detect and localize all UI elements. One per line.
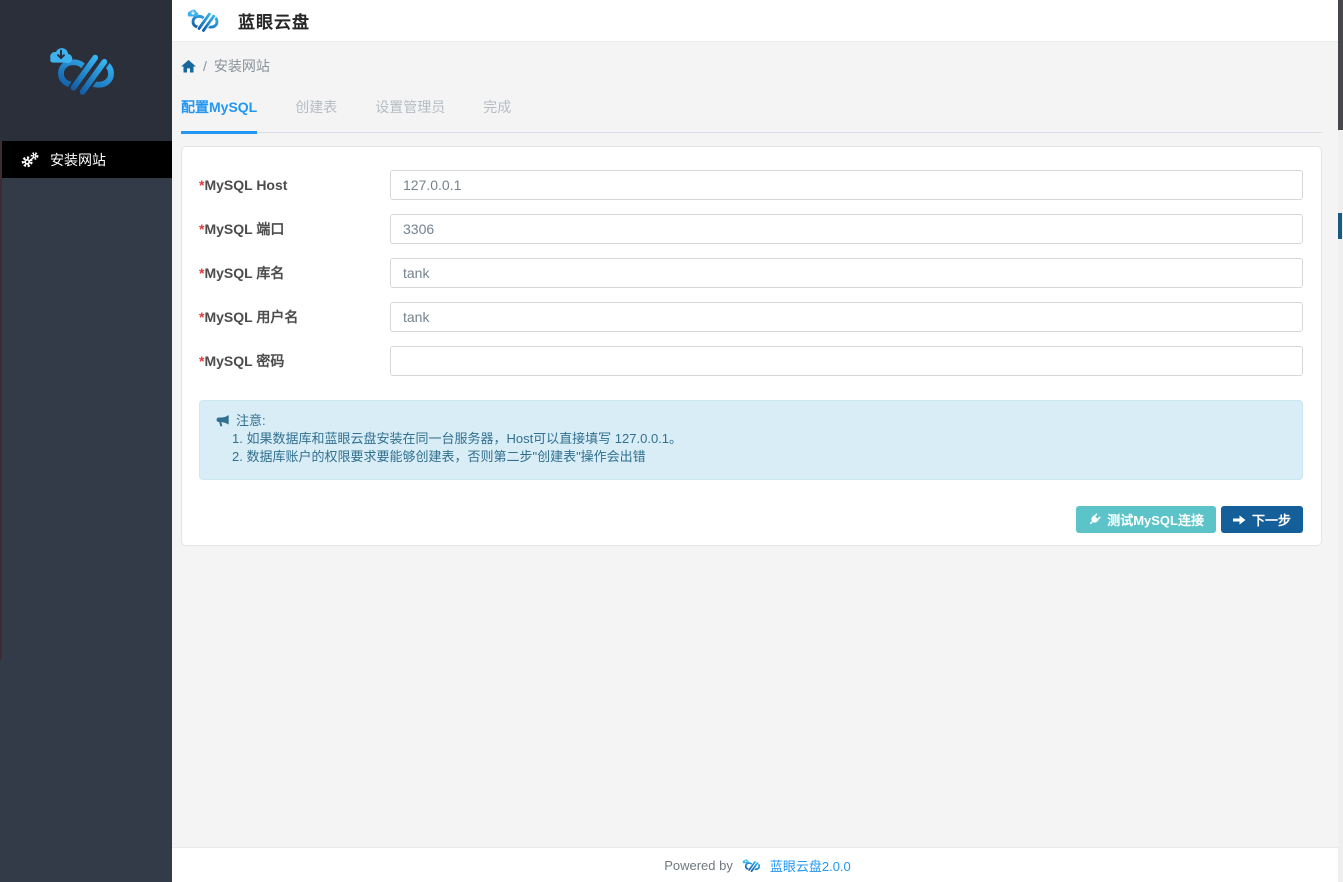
sidebar: 安装网站 xyxy=(0,0,172,882)
form-row-mysql-host: *MySQL Host xyxy=(199,170,1303,200)
brand-logo-icon xyxy=(181,7,229,34)
next-step-button[interactable]: 下一步 xyxy=(1221,506,1303,533)
wizard-tabs: 配置MySQL 创建表 设置管理员 完成 xyxy=(181,87,1322,133)
mysql-host-label: *MySQL Host xyxy=(199,177,390,193)
next-step-label: 下一步 xyxy=(1252,510,1291,529)
breadcrumb-separator: / xyxy=(203,58,207,74)
tab-configure-mysql[interactable]: 配置MySQL xyxy=(181,87,257,132)
bullhorn-icon xyxy=(216,414,230,428)
mysql-port-input[interactable] xyxy=(390,214,1303,244)
content-area: / 安装网站 配置MySQL 创建表 设置管理员 完成 *MySQL Host … xyxy=(172,42,1343,847)
footer-brand-version: 蓝眼云盘2.0.0 xyxy=(770,856,851,875)
cogs-icon xyxy=(20,151,39,168)
mysql-password-label: *MySQL 密码 xyxy=(199,351,390,371)
mysql-dbname-label: *MySQL 库名 xyxy=(199,263,390,283)
page-title: 蓝眼云盘 xyxy=(238,8,310,33)
form-row-mysql-username: *MySQL 用户名 xyxy=(199,302,1303,332)
form-actions: 测试MySQL连接 下一步 xyxy=(199,506,1303,533)
tab-create-tables[interactable]: 创建表 xyxy=(295,87,337,132)
form-row-mysql-dbname: *MySQL 库名 xyxy=(199,258,1303,288)
mysql-dbname-input[interactable] xyxy=(390,258,1303,288)
footer-brand-link[interactable]: 蓝眼云盘2.0.0 xyxy=(739,856,851,875)
mysql-username-label: *MySQL 用户名 xyxy=(199,307,390,327)
mysql-username-input[interactable] xyxy=(390,302,1303,332)
plug-icon xyxy=(1088,513,1101,526)
notice-item-2: 2. 数据库账户的权限要求要能够创建表，否则第二步"创建表"操作会出错 xyxy=(216,448,1286,466)
breadcrumb-current: 安装网站 xyxy=(214,56,270,76)
mysql-config-card: *MySQL Host *MySQL 端口 *MySQL 库名 *MySQL 用… xyxy=(181,146,1322,546)
footer-logo-icon xyxy=(739,858,766,873)
sidebar-logo-block xyxy=(0,0,172,141)
main-area: 蓝眼云盘 / 安装网站 配置MySQL 创建表 设置管理员 完成 *MySQL … xyxy=(172,0,1343,882)
notice-title: 注意: xyxy=(236,412,266,430)
arrow-right-icon xyxy=(1233,514,1246,526)
mysql-password-input[interactable] xyxy=(390,346,1303,376)
scrollbar-thumb[interactable] xyxy=(1338,213,1342,239)
tab-finish[interactable]: 完成 xyxy=(483,87,511,132)
home-icon[interactable] xyxy=(181,60,196,73)
test-mysql-label: 测试MySQL连接 xyxy=(1107,510,1204,529)
tab-set-admin[interactable]: 设置管理员 xyxy=(375,87,445,132)
notice-box: 注意: 1. 如果数据库和蓝眼云盘安装在同一台服务器，Host可以直接填写 12… xyxy=(199,400,1303,480)
top-header: 蓝眼云盘 xyxy=(172,0,1343,42)
form-row-mysql-port: *MySQL 端口 xyxy=(199,214,1303,244)
app-logo-icon xyxy=(36,43,136,99)
notice-title-row: 注意: xyxy=(216,412,1286,430)
test-mysql-button[interactable]: 测试MySQL连接 xyxy=(1076,506,1216,533)
breadcrumb: / 安装网站 xyxy=(181,56,1322,76)
left-edge-strip xyxy=(0,141,2,660)
scrollbar-track[interactable] xyxy=(1338,130,1343,882)
mysql-port-label: *MySQL 端口 xyxy=(199,219,390,239)
form-row-mysql-password: *MySQL 密码 xyxy=(199,346,1303,376)
right-edge-dark-strip xyxy=(1338,0,1343,130)
powered-by-text: Powered by xyxy=(664,858,733,873)
notice-item-1: 1. 如果数据库和蓝眼云盘安装在同一台服务器，Host可以直接填写 127.0.… xyxy=(216,430,1286,448)
sidebar-item-install-site[interactable]: 安装网站 xyxy=(0,141,172,178)
sidebar-item-label: 安装网站 xyxy=(50,150,106,170)
footer: Powered by xyxy=(172,847,1343,882)
mysql-host-input[interactable] xyxy=(390,170,1303,200)
